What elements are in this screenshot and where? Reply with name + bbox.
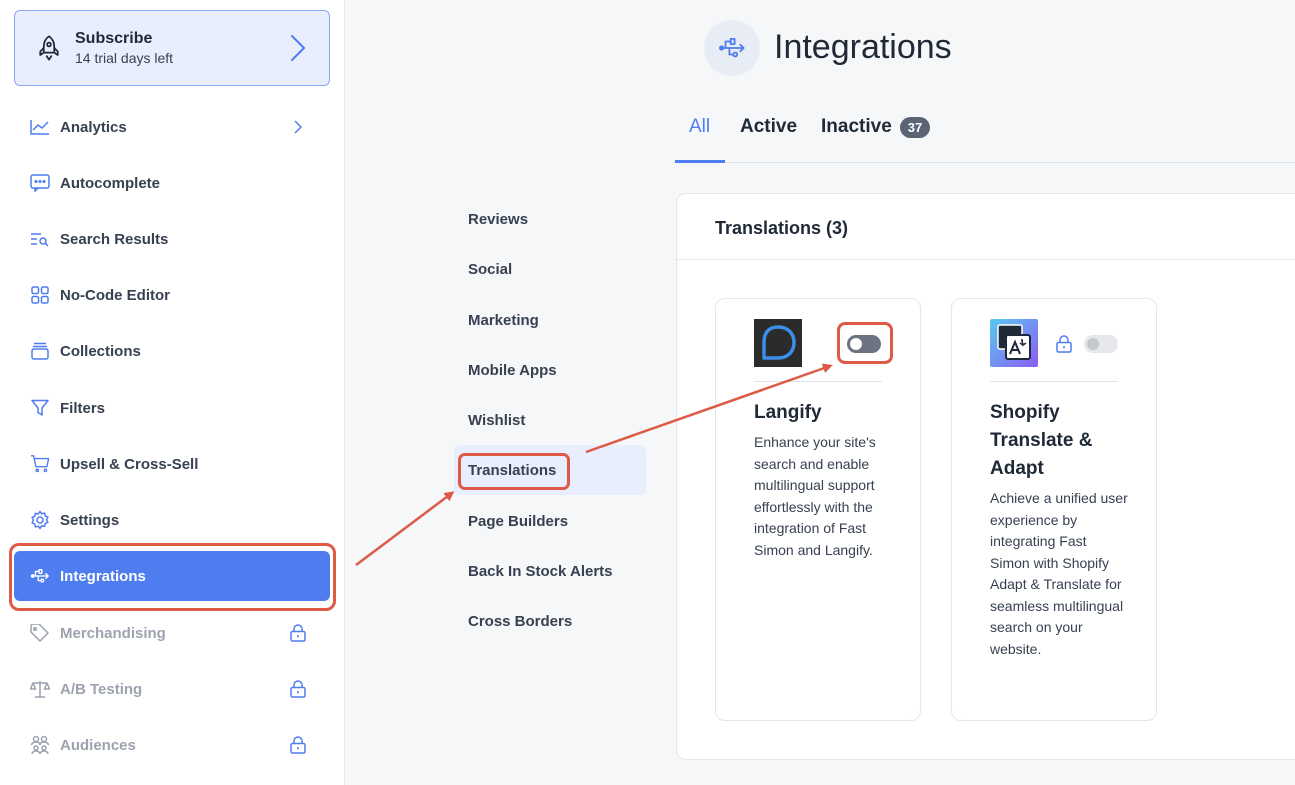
langify-logo [754, 319, 802, 367]
sidebar-item-search-results[interactable]: Search Results [14, 214, 330, 264]
lock-icon [290, 680, 306, 698]
sidebar-item-analytics[interactable]: Analytics [14, 102, 330, 152]
sidebar-item-label: Upsell & Cross-Sell [60, 455, 199, 473]
integration-description: Achieve a unified user experience by int… [990, 490, 1128, 657]
integration-card-shopify-translate-adapt[interactable]: Shopify Translate & Adapt Achieve a unif… [951, 298, 1157, 721]
annotation-highlight-translations [458, 453, 570, 490]
category-label: Cross Borders [468, 612, 573, 630]
card-divider [754, 381, 882, 382]
category-cross-borders[interactable]: Cross Borders [454, 596, 646, 646]
sidebar-item-ab-testing[interactable]: A/B Testing [14, 664, 330, 714]
sidebar-item-collections[interactable]: Collections [14, 326, 330, 376]
sidebar-item-label: Collections [60, 342, 141, 360]
integration-name: Langify [754, 402, 822, 423]
chevron-right-icon [291, 35, 306, 61]
subscribe-title: Subscribe [75, 30, 153, 47]
integration-name: Shopify Translate & Adapt [990, 402, 1093, 479]
category-label: Mobile Apps [468, 361, 557, 379]
sidebar-item-label: Filters [60, 399, 106, 417]
tab-label: Inactive [821, 116, 892, 137]
active-tab-indicator [675, 160, 725, 163]
lock-icon [290, 624, 306, 642]
sidebar-item-label: Merchandising [60, 624, 166, 642]
tab-all[interactable]: All [689, 116, 710, 138]
trial-days-left: 14 trial days left [75, 50, 174, 66]
tag-icon [30, 623, 50, 643]
shopify-translate-toggle[interactable] [1084, 335, 1118, 353]
integration-description: Enhance your site's search and enable mu… [754, 434, 876, 558]
count-badge: 37 [899, 116, 931, 138]
integrations-panel: Translations (3) Langify Enhance your si… [676, 193, 1295, 760]
sidebar-item-upsell-cross-sell[interactable]: Upsell & Cross-Sell [14, 439, 330, 489]
chevron-right-icon [290, 118, 306, 136]
annotation-arrow-to-translations [355, 491, 455, 566]
category-label: Reviews [468, 210, 529, 228]
users-icon [30, 735, 50, 755]
sidebar-item-label: No-Code Editor [60, 286, 170, 304]
rocket-icon [39, 35, 59, 61]
category-marketing[interactable]: Marketing [454, 295, 646, 345]
usb-icon [719, 37, 745, 58]
category-social[interactable]: Social [454, 244, 646, 294]
message-dots-icon [30, 173, 50, 193]
tab-label: Active [740, 116, 798, 137]
sidebar-item-merchandising[interactable]: Merchandising [14, 608, 330, 658]
page-icon [704, 20, 760, 76]
category-label: Marketing [468, 311, 539, 329]
sidebar-item-label: Settings [60, 511, 120, 529]
sidebar: Subscribe 14 trial days left Analytics A… [0, 0, 345, 785]
annotation-highlight-integrations [9, 543, 336, 611]
category-label: Back In Stock Alerts [468, 562, 613, 580]
sidebar-item-label: A/B Testing [60, 680, 143, 698]
card-divider [990, 381, 1118, 382]
filter-icon [30, 398, 50, 418]
category-label: Social [468, 260, 513, 278]
gear-icon [30, 510, 50, 530]
lock-icon [290, 736, 306, 754]
sidebar-item-label: Analytics [60, 118, 127, 136]
category-label: Page Builders [468, 512, 569, 530]
sidebar-item-no-code-editor[interactable]: No-Code Editor [14, 270, 330, 320]
panel-header: Translations (3) [677, 194, 1295, 260]
grid-icon [30, 285, 50, 305]
category-page-builders[interactable]: Page Builders [454, 496, 646, 546]
cart-icon [30, 454, 50, 474]
page-title: Integrations [774, 28, 952, 66]
tab-active[interactable]: Active [740, 116, 797, 138]
category-wishlist[interactable]: Wishlist [454, 395, 646, 445]
sidebar-item-label: Search Results [60, 230, 169, 248]
sidebar-item-label: Autocomplete [60, 174, 161, 192]
category-mobile-apps[interactable]: Mobile Apps [454, 345, 646, 395]
sidebar-item-settings[interactable]: Settings [14, 495, 330, 545]
filter-tabs: All Active Inactive 37 [675, 100, 1295, 163]
toggle-knob [1087, 338, 1099, 350]
list-search-icon [30, 229, 50, 249]
category-reviews[interactable]: Reviews [454, 194, 646, 244]
panel-title: Translations (3) [715, 218, 849, 238]
annotation-highlight-toggle [837, 322, 893, 364]
tab-label: All [689, 116, 711, 137]
sidebar-item-audiences[interactable]: Audiences [14, 720, 330, 770]
layers-icon [30, 341, 50, 361]
scale-icon [30, 679, 50, 699]
sidebar-item-filters[interactable]: Filters [14, 383, 330, 433]
sidebar-item-autocomplete[interactable]: Autocomplete [14, 158, 330, 208]
category-back-in-stock-alerts[interactable]: Back In Stock Alerts [454, 546, 646, 596]
chart-line-icon [30, 117, 50, 137]
shopify-translate-logo [990, 319, 1038, 367]
tab-inactive[interactable]: Inactive 37 [821, 116, 931, 138]
category-label: Wishlist [468, 411, 526, 429]
sidebar-item-label: Audiences [60, 736, 136, 754]
lock-icon [1056, 335, 1072, 353]
subscribe-banner[interactable]: Subscribe 14 trial days left [14, 10, 330, 86]
